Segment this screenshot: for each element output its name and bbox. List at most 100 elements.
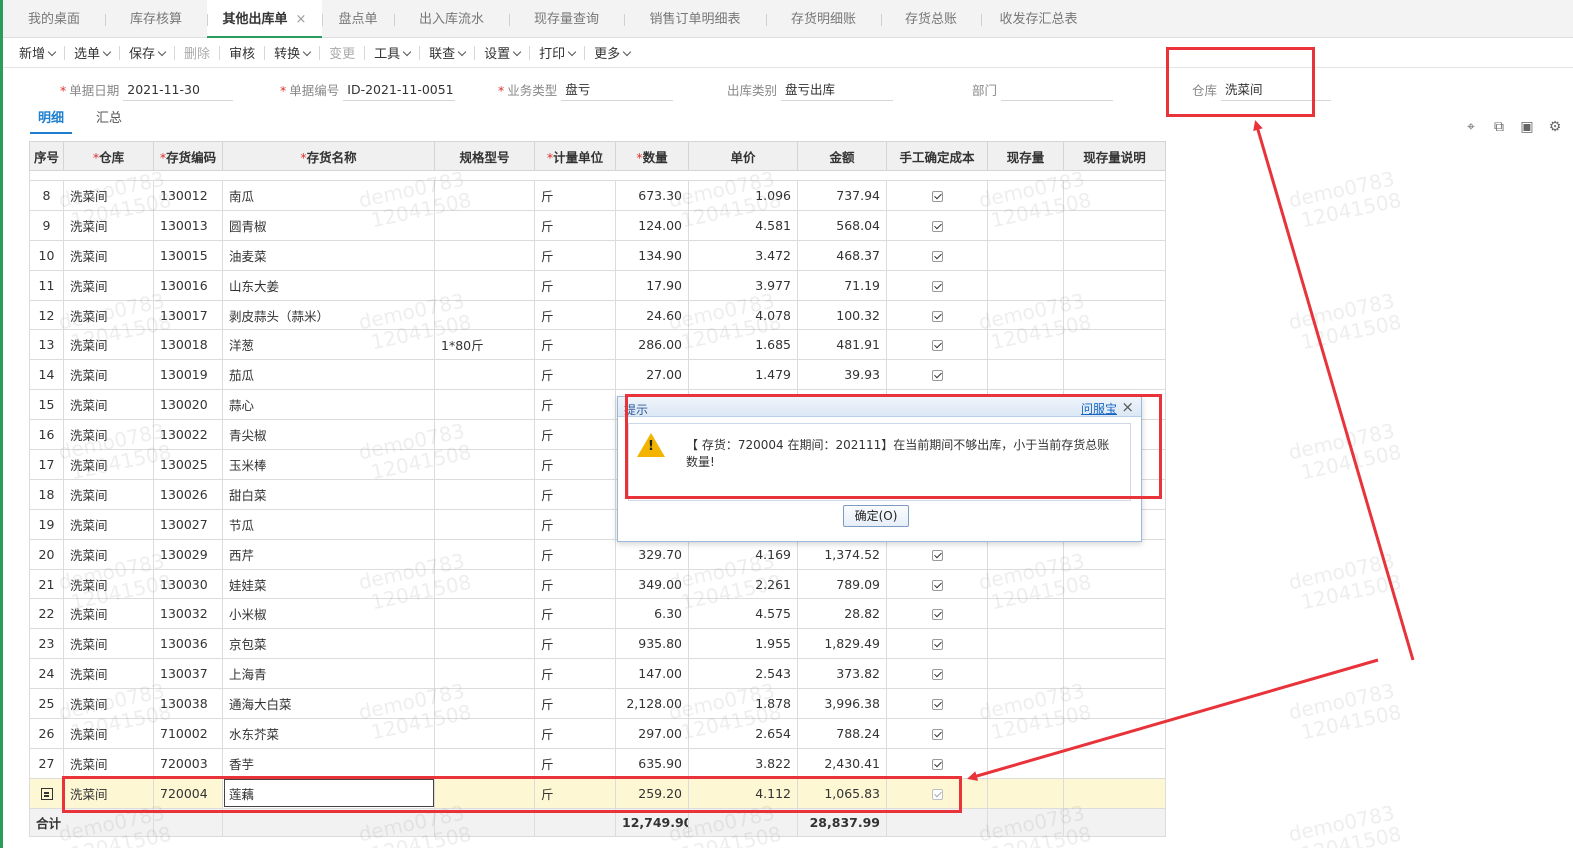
cell-stock[interactable] — [987, 747, 1064, 779]
cell-stock[interactable] — [987, 239, 1064, 271]
cell-name[interactable]: 玉米棒 — [222, 449, 435, 480]
cell-wh[interactable]: 洗菜间 — [63, 299, 154, 331]
cell-wh[interactable]: 洗菜间 — [63, 508, 154, 540]
checkbox-checked-icon[interactable] — [931, 758, 943, 770]
cell-spec[interactable]: 1*80斤 — [434, 329, 535, 361]
cell-manual-cost[interactable] — [886, 299, 988, 331]
cell-wh[interactable]: 洗菜间 — [63, 568, 154, 600]
checkbox-checked-icon[interactable] — [931, 190, 943, 202]
cell-no[interactable]: 17 — [29, 449, 64, 480]
cell-no[interactable]: 23 — [29, 628, 64, 660]
copy-row-icon[interactable]: ⧉ — [1490, 118, 1508, 136]
cell-unit[interactable]: 斤 — [534, 508, 616, 540]
cell-stock-note[interactable] — [1063, 658, 1166, 690]
cell-no[interactable]: 21 — [29, 568, 64, 600]
cell-wh[interactable]: 洗菜间 — [63, 269, 154, 301]
cell-qty[interactable]: 286.00 — [615, 329, 689, 361]
cell-name[interactable]: 蒜心 — [222, 389, 435, 421]
cell-name[interactable]: 甜白菜 — [222, 478, 435, 510]
cell-no[interactable]: 27 — [29, 747, 64, 779]
cell-qty[interactable]: 17.90 — [615, 269, 689, 301]
cell-spec[interactable] — [434, 568, 535, 600]
cell-amount[interactable]: 1,065.83 — [797, 777, 887, 809]
location-pin-icon[interactable]: ⌖ — [1462, 118, 1480, 136]
cell-price[interactable]: 1.878 — [688, 688, 798, 720]
save-button[interactable]: 保存 — [129, 43, 167, 62]
cell-stock-note[interactable] — [1063, 239, 1166, 271]
cell-spec[interactable] — [434, 628, 535, 660]
cell-stock-note[interactable] — [1063, 598, 1166, 630]
cell-wh[interactable]: 洗菜间 — [63, 419, 154, 451]
cell-qty[interactable]: 2,128.00 — [615, 688, 689, 720]
cell-name[interactable]: 油麦菜 — [222, 239, 435, 271]
tab-summary[interactable]: 汇总 — [88, 108, 130, 134]
cell-stock-note[interactable] — [1063, 688, 1166, 720]
close-icon[interactable]: × — [1121, 398, 1134, 416]
cell-unit[interactable]: 斤 — [534, 180, 616, 211]
cell-code[interactable]: 130016 — [153, 269, 223, 301]
cell-stock[interactable] — [987, 658, 1064, 690]
cell-manual-cost[interactable] — [886, 568, 988, 600]
cell-no[interactable]: 24 — [29, 658, 64, 690]
cell-price[interactable]: 4.581 — [688, 209, 798, 241]
cell-price[interactable]: 1.685 — [688, 329, 798, 361]
cell-stock[interactable] — [987, 329, 1064, 361]
col-header-amount[interactable]: 金额 — [797, 141, 887, 171]
checkbox-checked-icon[interactable] — [931, 220, 943, 232]
cell-manual-cost[interactable] — [886, 658, 988, 690]
cell-unit[interactable]: 斤 — [534, 538, 616, 570]
tab-4[interactable]: 出入库流水 — [394, 0, 509, 38]
cell-stock[interactable] — [987, 628, 1064, 660]
delete-button[interactable]: 删除 — [184, 43, 210, 62]
cell-code[interactable]: 130020 — [153, 389, 223, 421]
cell-unit[interactable]: 斤 — [534, 747, 616, 779]
dialog-help-link[interactable]: 问服宝 — [1081, 400, 1117, 417]
tab-2[interactable]: 其他出库单 × — [207, 0, 322, 38]
cell-wh[interactable]: 洗菜间 — [63, 628, 154, 660]
tab-detail[interactable]: 明细 — [30, 108, 73, 134]
cell-no[interactable]: 8 — [29, 180, 64, 211]
col-header-code[interactable]: *存货编码 — [153, 141, 223, 171]
cell-spec[interactable] — [434, 180, 535, 211]
cell-stock[interactable] — [987, 538, 1064, 570]
cell-price[interactable]: 3.977 — [688, 269, 798, 301]
cell-amt[interactable]: 737.94 — [797, 180, 887, 211]
checkbox-checked-icon[interactable] — [931, 579, 943, 591]
cell-spec[interactable] — [434, 747, 535, 779]
table-row[interactable]: 8 洗菜间 130012 南瓜 斤 673.30 1.096 737.94 — [29, 180, 1166, 211]
cell-no[interactable]: 10 — [29, 239, 64, 271]
cell-price[interactable]: 2.261 — [688, 568, 798, 600]
cell-amt[interactable]: 789.09 — [797, 568, 887, 600]
cell-qty[interactable]: 329.70 — [615, 538, 689, 570]
table-row[interactable]: 13 洗菜间 130018 洋葱 1*80斤斤 286.00 1.685 481.91 — [29, 329, 1166, 361]
cell-stock[interactable] — [987, 209, 1064, 241]
cell-name[interactable]: 娃娃菜 — [222, 568, 435, 600]
cell-unit[interactable]: 斤 — [534, 329, 616, 361]
cell-spec[interactable] — [434, 209, 535, 241]
cell-code[interactable]: 130015 — [153, 239, 223, 271]
cell-name[interactable]: 南瓜 — [222, 180, 435, 211]
cell-wh[interactable]: 洗菜间 — [63, 718, 154, 749]
cell-stock[interactable] — [987, 359, 1064, 391]
cell-name[interactable]: 香芋 — [222, 747, 435, 779]
cell-no[interactable]: 11 — [29, 269, 64, 301]
table-row[interactable]: 20 洗菜间 130029 西芹 斤 329.70 4.169 1,374.52 — [29, 538, 1166, 570]
cell-manual-cost[interactable] — [886, 329, 988, 361]
out-type-input[interactable]: 盘亏出库 — [781, 77, 894, 101]
cell-stock-note[interactable] — [1063, 747, 1166, 779]
cell-unit[interactable]: 斤 — [534, 777, 616, 809]
checkbox-checked-icon[interactable] — [931, 280, 943, 292]
cell-spec[interactable] — [434, 538, 535, 570]
cell-no[interactable]: 19 — [29, 508, 64, 540]
cell-spec[interactable] — [434, 269, 535, 301]
cell-amt[interactable]: 1,374.52 — [797, 538, 887, 570]
row-marker-cell[interactable] — [29, 777, 64, 809]
table-row[interactable]: 14 洗菜间 130019 茄瓜 斤 27.00 1.479 39.93 — [29, 359, 1166, 391]
cell-amt[interactable]: 788.24 — [797, 718, 887, 749]
cell-qty[interactable]: 6.30 — [615, 598, 689, 630]
cell-price[interactable]: 3.472 — [688, 239, 798, 271]
cell-spec[interactable] — [434, 389, 535, 421]
cell-manual-cost[interactable] — [886, 269, 988, 301]
cell-spec[interactable] — [434, 239, 535, 271]
checkbox-checked-icon[interactable] — [931, 340, 943, 352]
